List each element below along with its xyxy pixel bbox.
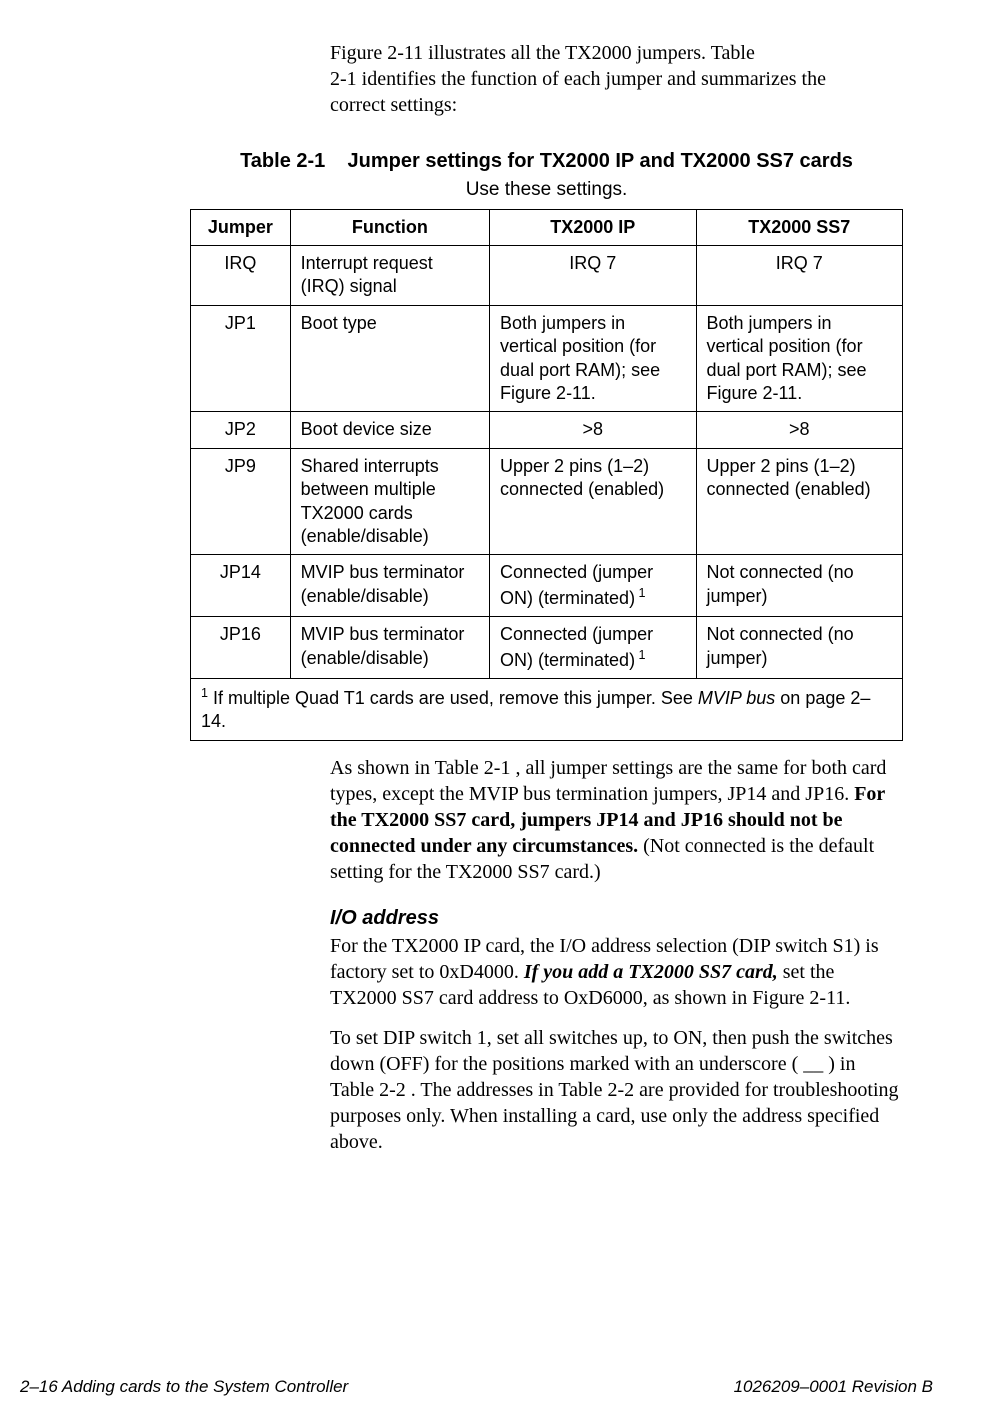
cell-function: MVIP bus terminator (enable/disable): [290, 617, 489, 679]
footnote-italic: MVIP bus: [698, 688, 775, 708]
cell-ip: Both jumpers in vertical position (for d…: [490, 305, 696, 412]
cell-jumper: JP14: [191, 555, 291, 617]
table-caption: Table 2-1 Jumper settings for TX2000 IP …: [190, 148, 903, 174]
table-subcaption: Use these settings.: [190, 178, 903, 203]
cell-jumper: JP1: [191, 305, 291, 412]
table-row: JP16MVIP bus terminator (enable/disable)…: [191, 617, 903, 679]
table-caption-prefix: Table 2-1: [240, 150, 325, 172]
col-function: Function: [290, 209, 489, 245]
cell-jumper: JP16: [191, 617, 291, 679]
table-row: IRQInterrupt request (IRQ) signalIRQ 7IR…: [191, 246, 903, 306]
intro-line3: correct settings:: [330, 94, 457, 116]
cell-function: Interrupt request (IRQ) signal: [290, 246, 489, 306]
col-jumper: Jumper: [191, 209, 291, 245]
cell-function: Shared interrupts between multiple TX200…: [290, 448, 489, 555]
cell-ss7: Not connected (no jumper): [696, 617, 903, 679]
cell-function: Boot device size: [290, 412, 489, 448]
cell-ss7: >8: [696, 412, 903, 448]
footer-right: 1026209–0001 Revision B: [734, 1376, 933, 1398]
cell-jumper: IRQ: [191, 246, 291, 306]
intro-line2: 2-1 identifies the function of each jump…: [330, 68, 826, 90]
cell-ip: Connected (jumper ON) (terminated) 1: [490, 555, 696, 617]
table-caption-title: Jumper settings for TX2000 IP and TX2000…: [348, 150, 853, 172]
cell-ss7: Upper 2 pins (1–2) connected (enabled): [696, 448, 903, 555]
io-para-1: For the TX2000 IP card, the I/O address …: [330, 933, 903, 1011]
io-para-2: To set DIP switch 1, set all switches up…: [330, 1025, 903, 1155]
io-section: I/O address For the TX2000 IP card, the …: [330, 905, 903, 1155]
table-row: JP14MVIP bus terminator (enable/disable)…: [191, 555, 903, 617]
table-footnote: 1 If multiple Quad T1 cards are used, re…: [191, 678, 903, 740]
post-table-para: As shown in Table 2-1 , all jumper setti…: [330, 755, 903, 885]
cell-ip: IRQ 7: [490, 246, 696, 306]
table-row: JP9Shared interrupts between multiple TX…: [191, 448, 903, 555]
intro-paragraph: Figure 2-11 illustrates all the TX2000 j…: [330, 40, 903, 118]
cell-ip: >8: [490, 412, 696, 448]
cell-function: Boot type: [290, 305, 489, 412]
footnote-marker: 1: [201, 686, 208, 700]
page-footer: 2–16 Adding cards to the System Controll…: [20, 1376, 933, 1398]
cell-ss7: Both jumpers in vertical position (for d…: [696, 305, 903, 412]
table-footnote-row: 1 If multiple Quad T1 cards are used, re…: [191, 678, 903, 740]
table-row: JP2Boot device size>8>8: [191, 412, 903, 448]
table-2-1-section: Table 2-1 Jumper settings for TX2000 IP …: [190, 148, 903, 741]
cell-ss7: IRQ 7: [696, 246, 903, 306]
table-header-row: Jumper Function TX2000 IP TX2000 SS7: [191, 209, 903, 245]
intro-line1: Figure 2-11 illustrates all the TX2000 j…: [330, 42, 755, 64]
io-p1-bolditalic: If you add a TX2000 SS7 card,: [524, 961, 778, 983]
footnote-text-pre: If multiple Quad T1 cards are used, remo…: [208, 688, 698, 708]
table-row: JP1Boot typeBoth jumpers in vertical pos…: [191, 305, 903, 412]
p1-a: As shown in Table 2-1 , all jumper setti…: [330, 757, 886, 805]
cell-jumper: JP2: [191, 412, 291, 448]
cell-ip: Connected (jumper ON) (terminated) 1: [490, 617, 696, 679]
cell-function: MVIP bus terminator (enable/disable): [290, 555, 489, 617]
io-heading: I/O address: [330, 905, 903, 931]
col-ss7: TX2000 SS7: [696, 209, 903, 245]
jumper-settings-table: Jumper Function TX2000 IP TX2000 SS7 IRQ…: [190, 209, 903, 741]
footer-left: 2–16 Adding cards to the System Controll…: [20, 1376, 348, 1398]
cell-ip: Upper 2 pins (1–2) connected (enabled): [490, 448, 696, 555]
cell-jumper: JP9: [191, 448, 291, 555]
cell-ss7: Not connected (no jumper): [696, 555, 903, 617]
col-ip: TX2000 IP: [490, 209, 696, 245]
